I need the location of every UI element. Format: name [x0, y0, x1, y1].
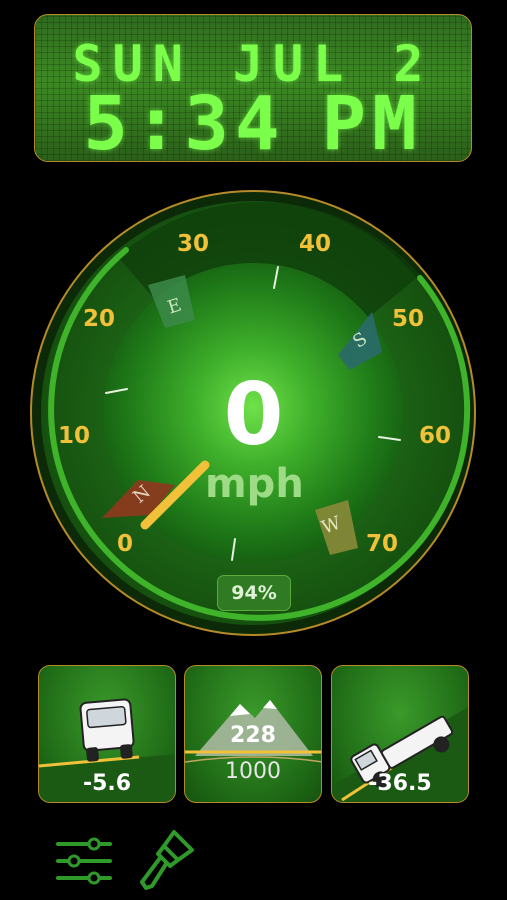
scale-label-70: 70	[365, 531, 398, 557]
scale-label-30: 30	[176, 231, 209, 257]
roll-value: -5.6	[82, 771, 132, 796]
scale-label-50: 50	[391, 306, 424, 332]
battery-badge: 94%	[217, 575, 291, 611]
time-text: 5:34	[83, 81, 286, 162]
altitude-value: 228	[230, 723, 276, 748]
speed-unit: mph	[205, 461, 304, 507]
roll-tile[interactable]: -5.6	[38, 665, 176, 803]
ampm-text: PM	[321, 81, 423, 162]
pitch-value: -36.5	[368, 771, 432, 796]
scale-label-0: 0	[116, 531, 133, 557]
scale-label-20: 20	[82, 306, 115, 332]
speed-value: 0	[223, 365, 284, 465]
theme-button[interactable]	[136, 824, 200, 894]
altitude-tile[interactable]: 228 1000	[184, 665, 322, 803]
date-time-display: SUN JUL 2 5:34 PM	[34, 14, 472, 162]
time-row: 5:34 PM	[35, 87, 471, 161]
pitch-tile[interactable]: -36.5	[331, 665, 469, 803]
altitude-reference: 1000	[225, 759, 281, 784]
settings-button[interactable]	[54, 836, 114, 886]
scale-label-40: 40	[298, 231, 331, 257]
paintbrush-icon	[140, 830, 194, 890]
sliders-icon	[56, 837, 112, 885]
